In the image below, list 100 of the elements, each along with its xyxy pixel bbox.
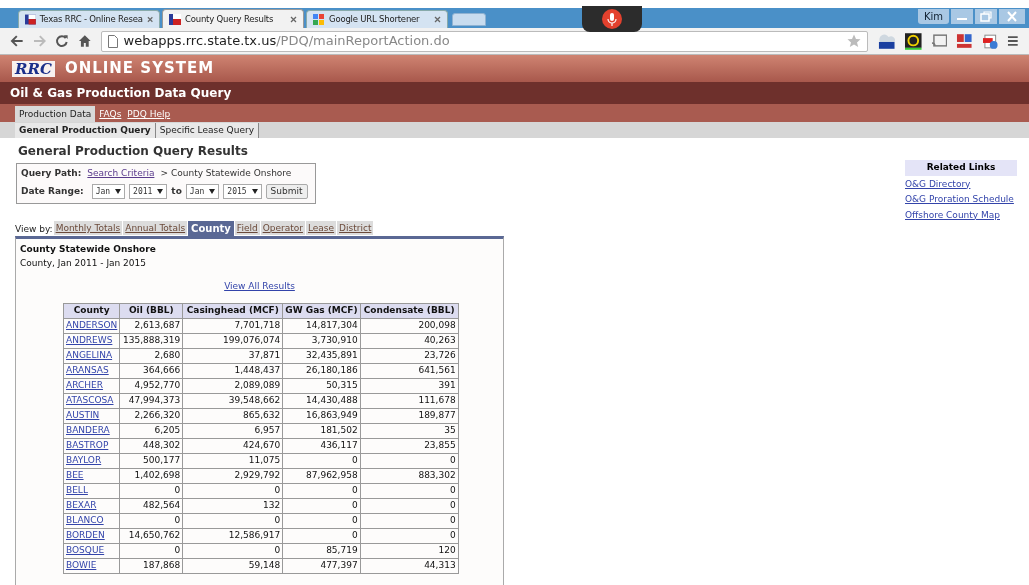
caret-icon (115, 189, 122, 194)
caret-icon (157, 189, 164, 194)
table-cell: 6,957 (182, 423, 283, 438)
query-path-label: Query Path: (21, 167, 82, 181)
table-cell: 189,877 (360, 408, 459, 423)
microphone-icon[interactable] (602, 9, 622, 29)
close-icon[interactable] (146, 16, 153, 23)
table-cell: 23,855 (360, 438, 459, 453)
table-cell: 477,397 (282, 558, 361, 573)
table-cell: 0 (360, 453, 459, 468)
table-cell: 11,075 (182, 453, 283, 468)
table-cell: 436,117 (282, 438, 361, 453)
dropdown[interactable]: 2015 (223, 184, 262, 199)
related-link[interactable]: Offshore County Map (905, 208, 1000, 222)
column-header: GW Gas (MCF) (282, 303, 361, 318)
dropdown[interactable]: Jan (185, 184, 220, 199)
nav-tab[interactable]: PDQ Help (125, 106, 173, 122)
table-cell: 424,670 (182, 438, 283, 453)
subnav-tab[interactable]: General Production Query (15, 123, 156, 138)
cast-icon[interactable] (930, 34, 948, 48)
grid-favicon (313, 14, 325, 25)
table-cell: 23,726 (360, 348, 459, 363)
column-header: County (63, 303, 120, 318)
nav-tab[interactable]: Production Data (15, 106, 96, 122)
results-subtitle: County, Jan 2011 - Jan 2015 (20, 256, 148, 270)
related-link[interactable]: O&G Proration Schedule (905, 193, 1014, 207)
table-cell: 883,302 (360, 468, 459, 483)
table-cell: 0 (282, 528, 361, 543)
table-cell: 641,561 (360, 363, 459, 378)
table-cell: 364,666 (119, 363, 183, 378)
target-icon[interactable] (905, 32, 922, 50)
table-cell: 391 (360, 378, 459, 393)
column-header: Casinghead (MCF) (182, 303, 283, 318)
star-icon[interactable] (846, 34, 861, 48)
browser-tab[interactable]: Texas RRC - Online Resea (18, 10, 160, 28)
results-title: County Statewide Onshore (20, 243, 157, 256)
view-tab[interactable]: Monthly Totals (53, 221, 123, 235)
table-cell: 26,180,186 (282, 363, 361, 378)
profile-button[interactable]: Kim (917, 9, 949, 24)
table-cell: 3,730,910 (282, 333, 361, 348)
close-icon[interactable] (290, 15, 297, 23)
table-cell: 2,929,792 (182, 468, 283, 483)
caret-icon (251, 189, 258, 194)
tab-title: Google URL Shortener (329, 13, 421, 26)
table-cell: 0 (282, 483, 361, 498)
flag-favicon (169, 13, 181, 25)
address-bar[interactable]: webapps.rrc.state.tx.us/PDQ/mainReportAction.do (100, 30, 868, 52)
back-icon[interactable] (10, 34, 24, 48)
table-cell: 0 (119, 543, 183, 558)
related-link[interactable]: O&G Directory (905, 177, 971, 191)
browser-tab[interactable]: County Query Results (162, 9, 304, 28)
table-cell: 0 (182, 513, 283, 528)
table-cell: 132 (182, 498, 283, 513)
table-cell: 16,863,949 (282, 408, 361, 423)
search-criteria-link[interactable]: Search Criteria (87, 167, 155, 181)
table-cell: 47,994,373 (119, 393, 183, 408)
table-cell: 37,871 (182, 348, 283, 363)
view-tab[interactable]: Annual Totals (123, 221, 188, 235)
view-tab[interactable]: Lease (305, 221, 337, 235)
table-cell: 0 (360, 498, 459, 513)
table-cell: 50,315 (282, 378, 361, 393)
view-tab[interactable]: Field (234, 221, 260, 235)
table-cell: 14,650,762 (119, 528, 183, 543)
table-cell: 181,502 (282, 423, 361, 438)
table-cell: 1,448,437 (182, 363, 283, 378)
nav-tab[interactable]: FAQs (97, 106, 124, 122)
table-cell: 39,548,662 (182, 393, 283, 408)
table-cell: 865,632 (182, 408, 283, 423)
table-cell: 0 (282, 498, 361, 513)
view-all-link[interactable]: View All Results (224, 280, 295, 294)
table-cell: 1,402,698 (119, 468, 183, 483)
pdf-icon[interactable] (981, 32, 999, 50)
view-tab[interactable]: Operator (260, 221, 305, 235)
menu-icon[interactable] (1007, 35, 1019, 47)
table-cell: 7,701,718 (182, 318, 283, 333)
view-tab[interactable]: County (188, 221, 234, 236)
path-separator: > (160, 167, 168, 181)
submit-button[interactable]: Submit (265, 184, 308, 199)
dropdown[interactable]: 2011 (129, 184, 168, 199)
table-cell: 12,586,917 (182, 528, 283, 543)
extension-icon[interactable] (956, 32, 973, 50)
table-cell: 199,076,074 (182, 333, 283, 348)
table-cell: 2,613,687 (119, 318, 183, 333)
dropdown[interactable]: Jan (91, 184, 126, 199)
browser-tab[interactable]: Google URL Shortener (306, 10, 448, 28)
related-links-heading: Related Links (905, 160, 1017, 176)
reload-icon[interactable] (55, 34, 69, 48)
weather-icon[interactable] (876, 32, 897, 50)
table-cell: 2,089,089 (182, 378, 283, 393)
tab-title: Texas RRC - Online Resea (39, 13, 143, 26)
home-icon[interactable] (77, 34, 92, 48)
table-cell: 0 (360, 513, 459, 528)
view-tab[interactable]: District (337, 221, 374, 235)
table-cell: 482,564 (119, 498, 183, 513)
table-cell: 120 (360, 543, 459, 558)
subnav-tab[interactable]: Specific Lease Query (155, 123, 259, 138)
table-cell: 59,148 (182, 558, 283, 573)
to-label: to (171, 184, 182, 198)
table-cell: 2,680 (119, 348, 183, 363)
close-icon[interactable] (434, 16, 441, 23)
